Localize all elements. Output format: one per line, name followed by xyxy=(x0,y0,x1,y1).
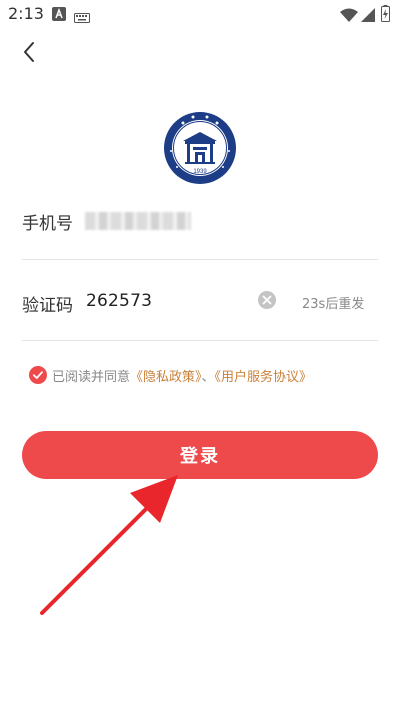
login-button-label: 登录 xyxy=(180,446,220,466)
wifi-icon xyxy=(340,7,358,26)
status-time: 2:13 xyxy=(8,4,44,23)
agreement-checkbox[interactable] xyxy=(29,366,47,384)
agreement-prefix: 已阅读并同意 xyxy=(52,370,131,385)
verification-code-input[interactable] xyxy=(86,289,246,313)
check-icon xyxy=(29,366,47,388)
code-divider xyxy=(22,340,378,341)
clear-icon xyxy=(258,291,276,313)
phone-input[interactable] xyxy=(85,212,191,230)
code-label: 验证码 xyxy=(22,296,73,316)
a-letter-notification-icon xyxy=(52,6,66,25)
agreement-separator: 、 xyxy=(201,370,215,385)
privacy-policy-link[interactable]: 《隐私政策》 xyxy=(130,370,202,385)
app-logo: 1939 xyxy=(163,111,237,185)
status-bar: 2:13 xyxy=(0,0,400,28)
svg-text:1939: 1939 xyxy=(193,169,207,175)
red-arrow-annotation xyxy=(30,465,200,625)
phone-divider xyxy=(22,259,378,260)
signal-icon xyxy=(361,7,375,26)
clear-code-button[interactable] xyxy=(258,291,276,309)
resend-code-button[interactable]: 23s后重发 xyxy=(302,293,364,312)
agreement-text: 已阅读并同意《隐私政策》、《用户服务协议》 xyxy=(52,366,312,385)
phone-label: 手机号 xyxy=(22,214,73,234)
login-button[interactable]: 登录 xyxy=(22,431,378,479)
chevron-left-icon xyxy=(16,42,44,70)
keyboard-icon xyxy=(74,8,90,27)
back-button[interactable] xyxy=(16,38,44,66)
user-agreement-link[interactable]: 《用户服务协议》 xyxy=(215,370,313,385)
battery-charging-icon xyxy=(381,5,390,26)
